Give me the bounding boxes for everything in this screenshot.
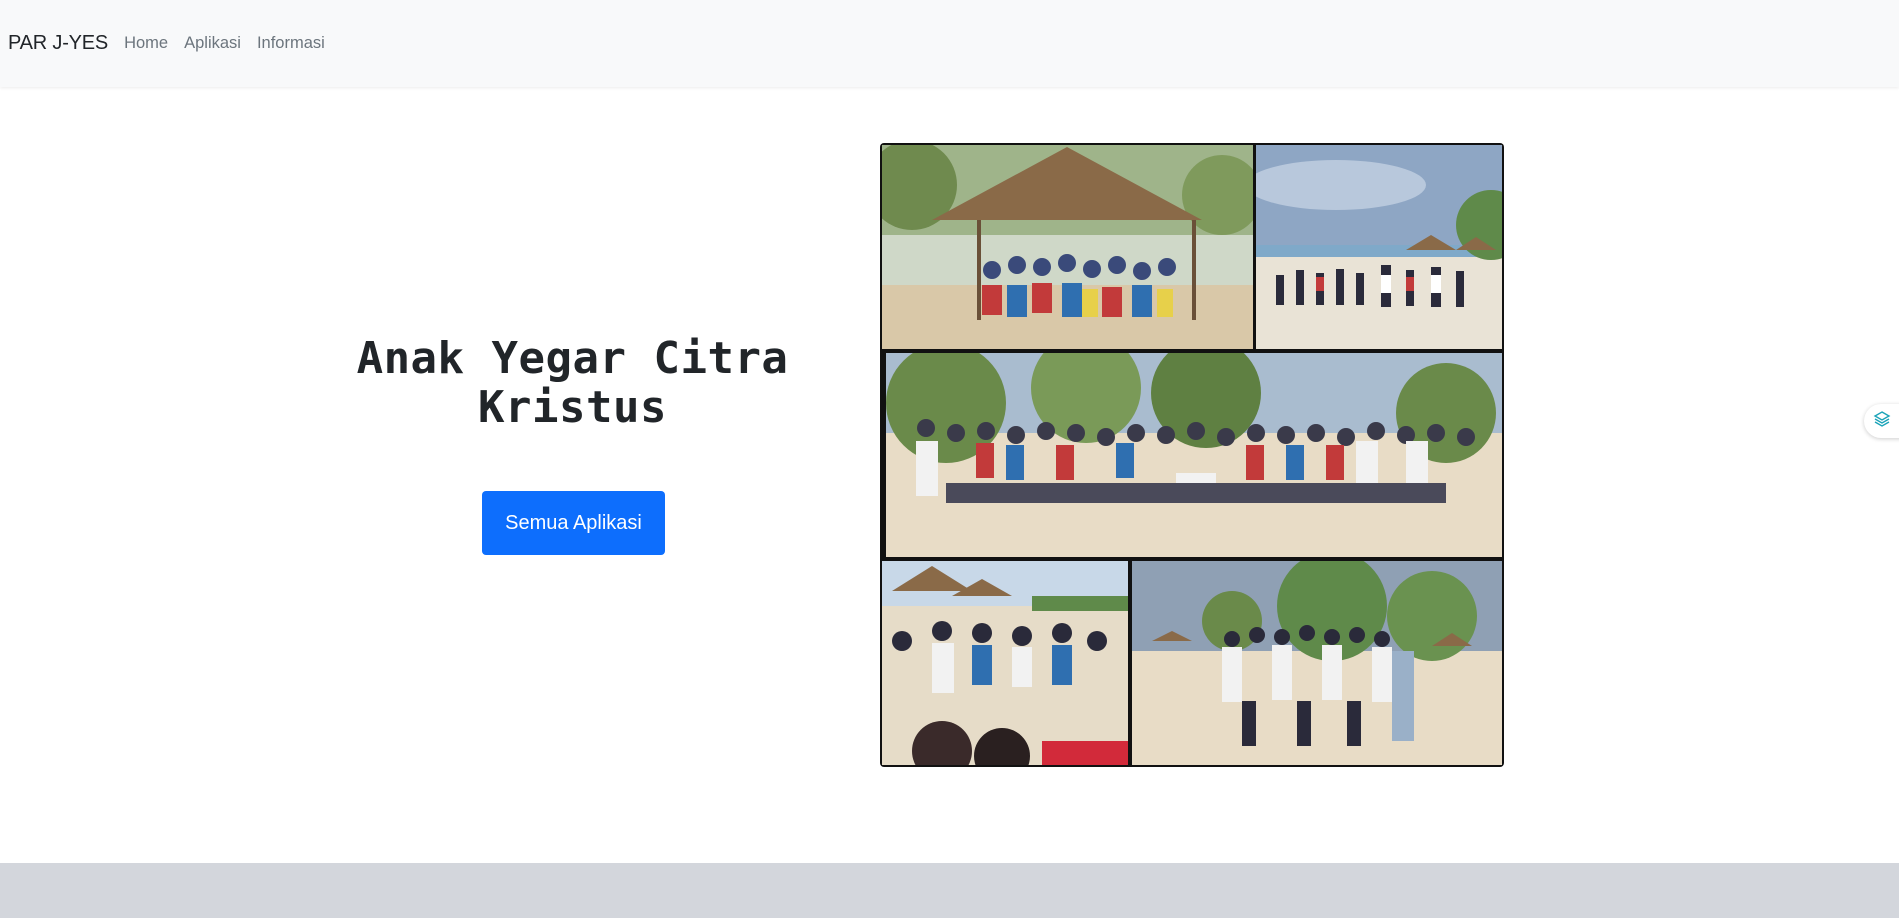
beach-crowd-closeup-photo	[882, 561, 1128, 765]
hero-title-line-1: Anak Yegar Citra	[356, 333, 789, 384]
youth-group-beach-photo	[1132, 561, 1502, 765]
all-apps-button[interactable]: Semua Aplikasi	[482, 491, 665, 555]
nav-link-aplikasi[interactable]: Aplikasi	[184, 34, 241, 53]
group-under-hut-photo	[882, 145, 1253, 349]
nav-link-home[interactable]: Home	[124, 34, 168, 53]
beach-group-wide-photo	[1256, 145, 1502, 349]
brand-link[interactable]: PAR J-YES	[8, 32, 108, 55]
footer-band	[0, 863, 1899, 918]
layers-icon	[1873, 410, 1891, 433]
side-floating-widget[interactable]	[1864, 404, 1899, 438]
nav-link-informasi[interactable]: Informasi	[257, 34, 325, 53]
large-group-beach-photo	[886, 353, 1502, 557]
hero-title: Anak Yegar Citra Kristus	[320, 334, 825, 432]
photo-collage	[880, 143, 1504, 767]
hero-title-line-2: Kristus	[478, 382, 667, 433]
nav-links: Home Aplikasi Informasi	[124, 34, 325, 53]
navbar: PAR J-YES Home Aplikasi Informasi	[0, 0, 1899, 87]
